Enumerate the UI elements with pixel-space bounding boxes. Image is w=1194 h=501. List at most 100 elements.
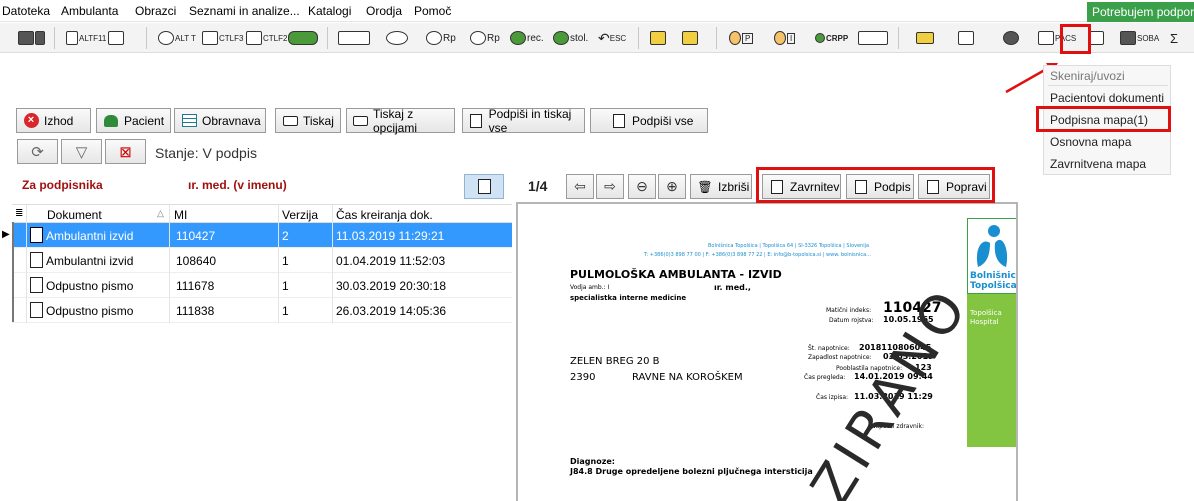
table-row[interactable]: Odpustno pismo 111838 1 26.03.2019 14:05:36 xyxy=(12,298,512,323)
tb-scanner[interactable] xyxy=(18,28,46,48)
tb-camera[interactable] xyxy=(1003,28,1020,48)
izbrisi-label: Izbriši xyxy=(718,179,750,194)
table-row[interactable]: Odpustno pismo 111678 1 30.03.2019 20:30:18 xyxy=(12,273,512,298)
tb-form[interactable] xyxy=(958,28,975,48)
puzzle-icon xyxy=(650,31,666,45)
tb-folders[interactable] xyxy=(682,28,699,48)
tiskaj-z-opcijami-label: Tiskaj z opcijami xyxy=(373,106,418,135)
column-chooser-icon[interactable]: ≣ xyxy=(15,208,23,219)
table-row[interactable]: Ambulantni izvid 108640 1 01.04.2019 11:52:… xyxy=(12,248,512,273)
filter-button[interactable]: ▽ xyxy=(61,139,102,164)
table-row[interactable]: ▶ Ambulantni izvid 110427 2 11.03.2019 11:29… xyxy=(2,223,512,248)
diagnoze-value: J84.8 Druge opredeljene bolezni pljučneg… xyxy=(570,467,813,476)
tb-pill-doc[interactable] xyxy=(338,28,371,48)
toolbar: ALTF11 ALT T CTLF3 CTLF2 Rp Rp rec. stol… xyxy=(0,23,1194,53)
diagnoze-label: Diagnoze: xyxy=(570,457,615,466)
tb-sum[interactable]: Σ xyxy=(1170,28,1178,48)
menu-obrazci[interactable]: Obrazci xyxy=(135,4,176,18)
cell-cas: 11.03.2019 11:29:21 xyxy=(336,229,445,243)
obravnava-button[interactable]: Obravnava xyxy=(174,108,266,133)
tb-erase[interactable]: CTLF3 xyxy=(202,28,243,48)
patient-postcode: 2390 xyxy=(570,372,596,383)
clear-filter-button[interactable]: ⊠ xyxy=(105,139,146,164)
cell-cas: 26.03.2019 14:05:36 xyxy=(336,304,447,318)
menu-katalogi[interactable]: Katalogi xyxy=(308,4,351,18)
pacient-button[interactable]: Pacient xyxy=(96,108,171,133)
rojstvo-label: Datum rojstva: xyxy=(829,317,874,324)
col-divider xyxy=(26,205,27,323)
document-list-pane: Za podpisnika ır. med. (v imenu) ≣ Dokum… xyxy=(2,174,512,501)
tb-puzzle[interactable] xyxy=(650,28,667,48)
pregled-label: Čas pregleda: xyxy=(804,374,846,381)
logo-head-shape xyxy=(988,225,1000,237)
highlight-scan-button xyxy=(1060,24,1091,54)
menu-orodja[interactable]: Orodja xyxy=(366,4,402,18)
arrow-left-icon: ⇦ xyxy=(574,178,586,194)
tb-crpp[interactable]: CRPP xyxy=(815,28,848,48)
zoom-out-button[interactable]: ⊖ xyxy=(628,174,656,199)
menu-datoteka[interactable]: Datoteka xyxy=(2,4,50,18)
ei-icon xyxy=(774,31,786,45)
tb-undo-label: ESC xyxy=(609,33,627,43)
document-icon xyxy=(30,277,43,293)
refresh-button[interactable]: ⟳ xyxy=(17,139,58,164)
scan-menu-header: Skeniraj/uvozi xyxy=(1050,69,1125,83)
person-icon xyxy=(103,113,119,129)
tb-stamp[interactable]: ALT T xyxy=(158,28,196,48)
izhod-label: Izhod xyxy=(44,113,74,128)
zoom-in-button[interactable]: ⊕ xyxy=(658,174,686,199)
logo-text-line1: Bolnišnica xyxy=(970,271,1018,281)
podpisi-vse-button[interactable]: Podpiši vse xyxy=(590,108,708,133)
tb-copydoc[interactable] xyxy=(108,28,125,48)
tb-undo[interactable]: ↶ ESC xyxy=(598,28,626,48)
tb-rp[interactable]: Rp xyxy=(426,28,456,48)
copy-doc-icon xyxy=(108,31,124,45)
tiskaj-z-opcijami-button[interactable]: Tiskaj z opcijami xyxy=(346,106,455,135)
lung-right-shape xyxy=(994,239,1008,267)
support-request-button[interactable]: Potrebujem podporo xyxy=(1087,2,1194,22)
tb-pills[interactable] xyxy=(288,28,319,48)
toolbar-separator xyxy=(898,27,899,49)
podpisi-in-tiskaj-label: Podpiši in tiskaj vse xyxy=(488,106,572,135)
menu-ambulanta[interactable]: Ambulanta xyxy=(61,4,118,18)
col-verzija[interactable]: Verzija xyxy=(282,208,318,222)
izbrisi-button[interactable]: 🗑 Izbriši xyxy=(690,174,752,199)
tb-erase2[interactable]: CTLF2 xyxy=(246,28,287,48)
tb-tree[interactable]: ALTF11 xyxy=(66,28,106,48)
tb-rp2[interactable]: Rp xyxy=(470,28,500,48)
izhod-button[interactable]: × Izhod xyxy=(16,108,91,133)
podpisi-in-tiskaj-button[interactable]: Podpiši in tiskaj vse xyxy=(462,106,585,135)
next-page-button[interactable]: ⇨ xyxy=(596,174,624,199)
tb-stol[interactable]: stol. xyxy=(553,28,588,48)
col-cas[interactable]: Čas kreiranja dok. xyxy=(336,208,433,222)
tb-room[interactable]: SOBA xyxy=(1120,28,1159,48)
left-border xyxy=(12,222,14,322)
tb-pill[interactable] xyxy=(386,28,409,48)
rp-icon xyxy=(426,31,442,45)
menu-pomoc[interactable]: Pomoč xyxy=(414,4,451,18)
row-pointer-icon: ▶ xyxy=(2,229,10,240)
col-mi[interactable]: MI xyxy=(174,208,187,222)
tb-envelope[interactable] xyxy=(916,28,935,48)
tb-ei[interactable]: I xyxy=(774,28,796,48)
cell-mi: 110427 xyxy=(176,229,216,243)
patient-address-line1: ZELEN BREG 20 B xyxy=(570,356,660,367)
tb-ep[interactable]: P xyxy=(729,28,754,48)
specialist-text: specialistka interne medicine xyxy=(570,294,687,302)
col-dokument[interactable]: Dokument xyxy=(47,208,102,222)
izpis-label: Čas izpisa: xyxy=(816,394,849,401)
zoom-out-icon: ⊖ xyxy=(636,178,648,194)
toolbar-separator xyxy=(638,27,639,49)
rp2-icon xyxy=(470,31,486,45)
tb-rec[interactable]: rec. xyxy=(510,28,544,48)
sign-list-button[interactable] xyxy=(464,174,504,199)
stamp-icon xyxy=(158,31,174,45)
vodja-label: Vodja amb.: I xyxy=(570,284,610,291)
tb-cards[interactable] xyxy=(858,28,889,48)
menu-seznami[interactable]: Seznami in analize... xyxy=(189,4,300,18)
scan-menu-pacientovi[interactable]: Pacientovi dokumenti xyxy=(1050,91,1164,105)
tiskaj-button[interactable]: Tiskaj xyxy=(275,108,341,133)
scan-menu-osnovna[interactable]: Osnovna mapa xyxy=(1050,135,1131,149)
scan-menu-zavrnitvena[interactable]: Zavrnitvena mapa xyxy=(1050,157,1146,171)
prev-page-button[interactable]: ⇦ xyxy=(566,174,594,199)
